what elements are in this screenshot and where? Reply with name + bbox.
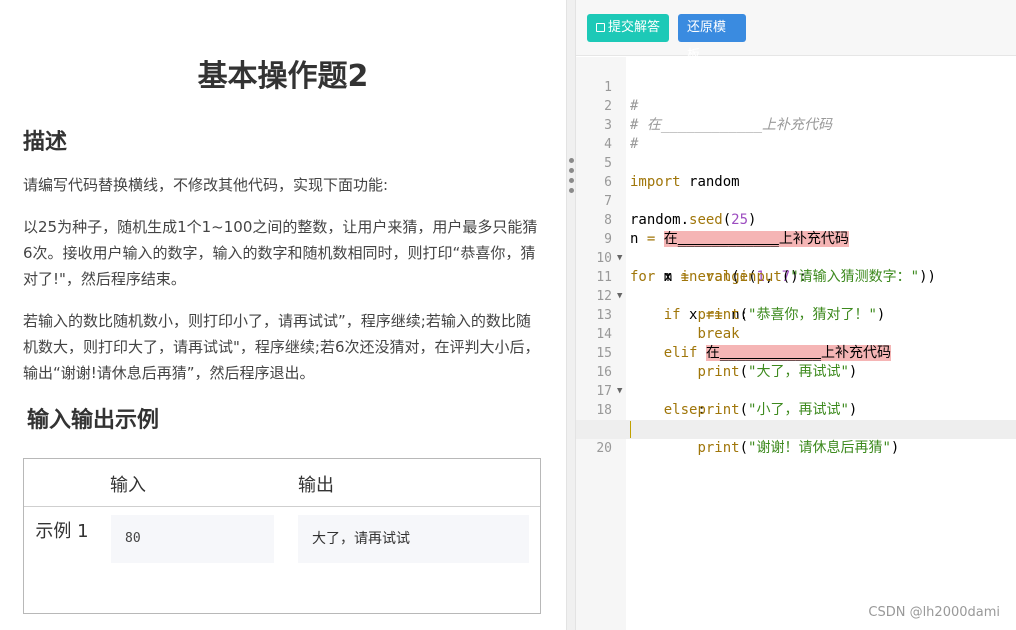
grip-dot xyxy=(569,168,574,173)
page-title: 基本操作题2 xyxy=(197,59,369,94)
function-name: print xyxy=(697,440,740,456)
code-line[interactable]: 11 ▼ if x == n: xyxy=(576,249,1016,323)
editor-toolbar: 提交解答 还原模板 xyxy=(576,0,1016,63)
line-number: 20 xyxy=(596,441,612,456)
text-cursor xyxy=(630,421,631,438)
input-column-header: 输入 xyxy=(110,475,146,496)
editor-pane: 提交解答 还原模板 1 # 2 # 在____________上补充代码 3 #… xyxy=(576,0,1016,630)
code-line[interactable]: 7 random.seed(25) xyxy=(576,173,1016,228)
code-line[interactable]: 17 print("小了，再试试") xyxy=(576,363,1016,418)
code-line[interactable]: 4 xyxy=(576,116,1016,152)
code-line[interactable]: 13 break xyxy=(576,287,1016,342)
problem-pane: 基本操作题2 描述 请编写代码替换横线，不修改其他代码，实现下面功能: 以25为… xyxy=(0,0,566,630)
code-line[interactable]: 18 if 在____________上补充代码 xyxy=(576,382,1016,437)
code-line[interactable]: 9 ▼ for m in range(1, 7): xyxy=(576,211,1016,285)
code-line[interactable]: 19 print("谢谢！请休息后再猜") xyxy=(576,401,1016,456)
io-example-heading: 输入输出示例 xyxy=(27,408,160,433)
code-line[interactable]: 15 print("大了，再试试") xyxy=(576,325,1016,380)
submit-solution-label: 提交解答 xyxy=(608,20,661,35)
grip-dot xyxy=(569,158,574,163)
io-example-table: 输入 输出 示例 1 80 大了，请再试试 xyxy=(23,458,541,614)
description-heading: 描述 xyxy=(23,130,68,155)
code-line[interactable]: 12 print("恭喜你，猜对了！") xyxy=(576,268,1016,323)
watermark: CSDN @lh2000dami xyxy=(868,605,1000,620)
save-icon xyxy=(596,23,605,32)
code-line[interactable]: 16 ▼ else: xyxy=(576,344,1016,418)
output-column-header: 输出 xyxy=(298,475,334,496)
example-row-label: 示例 1 xyxy=(34,517,90,547)
reset-template-button[interactable]: 还原模板 xyxy=(678,14,746,63)
description-paragraph-2: 以25为种子，随机生成1个1~100之间的整数，让用户来猜，用户最多只能猜6次。… xyxy=(23,218,538,288)
code-line[interactable]: 14 elif 在____________上补充代码 xyxy=(576,306,1016,361)
grip-dot xyxy=(569,188,574,193)
code-line[interactable]: 5 import random xyxy=(576,135,1016,190)
code-line[interactable]: 6 xyxy=(576,154,1016,190)
pane-splitter[interactable] xyxy=(566,0,576,630)
description-paragraph-3: 若输入的数比随机数小，则打印小了，请再试试”，程序继续;若输入的数比随机数大，则… xyxy=(23,312,540,382)
example-row-label-text: 示例 1 xyxy=(35,521,89,542)
code-line[interactable]: 3 # xyxy=(576,97,1016,152)
example-output-value: 大了，请再试试 xyxy=(298,515,529,563)
code-line[interactable]: 1 # xyxy=(576,59,1016,114)
code-line-active[interactable]: 20 xyxy=(576,420,1016,456)
code-line[interactable]: 8 n = 在____________上补充代码 xyxy=(576,192,1016,247)
example-input-value: 80 xyxy=(111,515,274,563)
code-line[interactable]: 2 # 在____________上补充代码 xyxy=(576,78,1016,133)
code-editor[interactable]: 1 # 2 # 在____________上补充代码 3 # 4 5 impor… xyxy=(576,57,1016,630)
submit-solution-button[interactable]: 提交解答 xyxy=(587,14,669,42)
description-paragraph-1: 请编写代码替换横线，不修改其他代码，实现下面功能: xyxy=(23,176,389,194)
string-literal: "谢谢！请休息后再猜" xyxy=(748,440,891,456)
code-line[interactable]: 10 x = eval(input("请输入猜测数字：")) xyxy=(576,230,1016,285)
grip-dot xyxy=(569,178,574,183)
io-table-header: 输入 输出 xyxy=(24,459,540,507)
